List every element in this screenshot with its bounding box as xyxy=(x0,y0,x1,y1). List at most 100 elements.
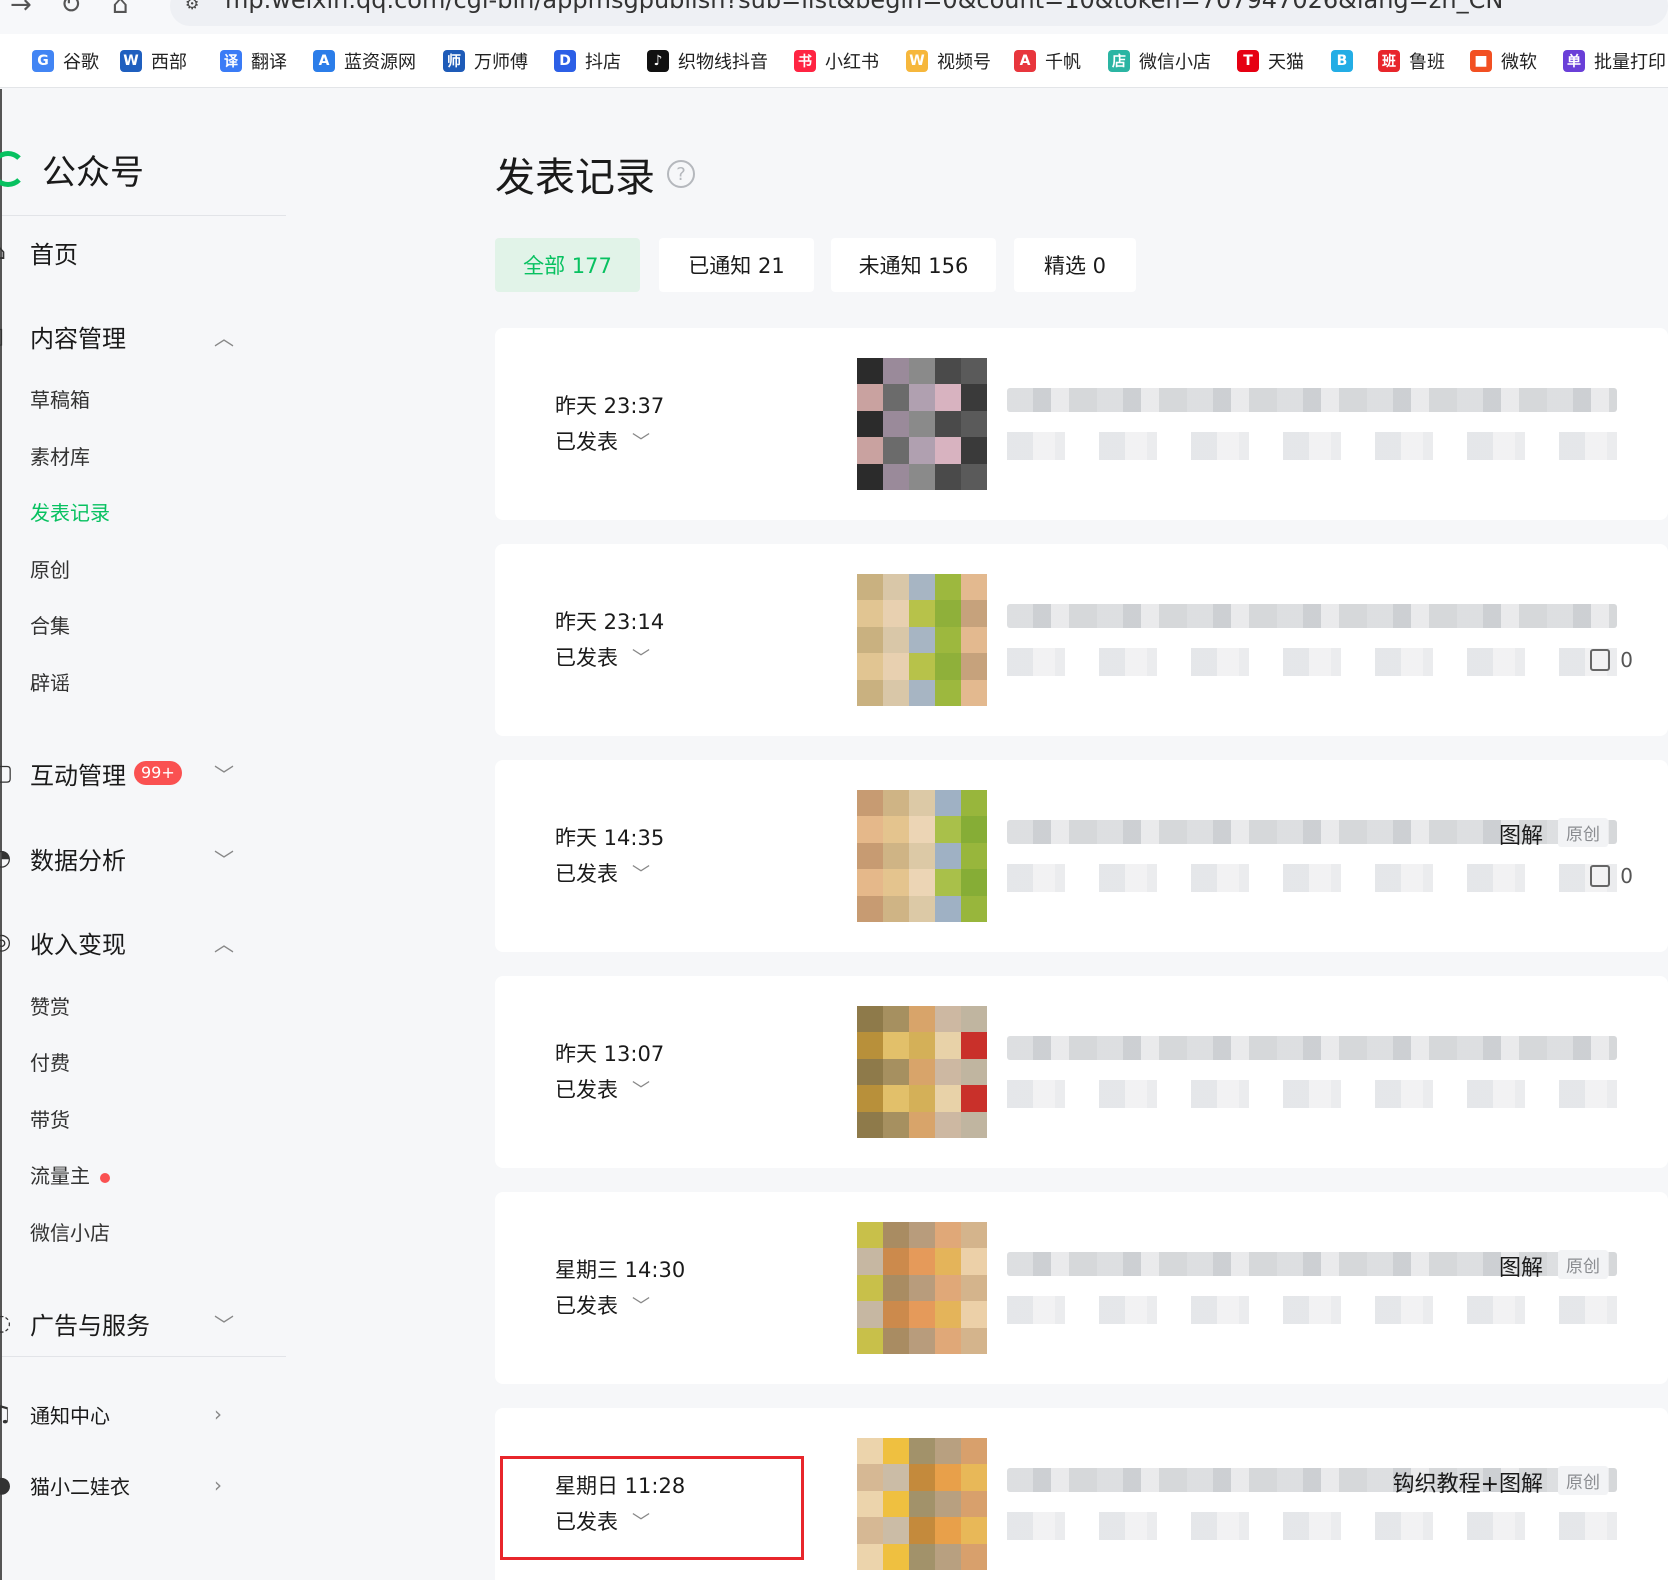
nav-interaction[interactable]: ▢ 互动管理 99+ ﹀ xyxy=(0,751,262,795)
nav-interaction-label: 互动管理 xyxy=(30,761,126,790)
nav-paid[interactable]: 付费 xyxy=(30,1048,70,1078)
article-stats-blurred xyxy=(1007,1512,1647,1540)
nav-publish-records[interactable]: 发表记录 xyxy=(30,498,110,528)
bookmark-item[interactable]: T 天猫 xyxy=(1237,44,1304,78)
reload-icon[interactable]: ↻ xyxy=(60,0,82,20)
nav-ads[interactable]: ◌ 广告与服务 ﹀ xyxy=(0,1301,262,1345)
publish-record[interactable]: 昨天 13:07 已发表 ﹀ xyxy=(495,976,1668,1168)
publish-time: 昨天 13:07 xyxy=(555,1042,665,1066)
url-text[interactable]: mp.weixin.qq.com/cgi-bin/appmsgpublish?s… xyxy=(225,0,1503,14)
article-thumbnail[interactable] xyxy=(857,1222,987,1354)
status-label: 已发表 xyxy=(555,862,618,886)
article-title-blurred[interactable] xyxy=(1007,388,1617,412)
bookmark-icon: 班 xyxy=(1378,50,1400,72)
bookmark-item[interactable]: A 千帆 xyxy=(1014,44,1081,78)
article-title-blurred[interactable] xyxy=(1007,604,1617,628)
article-stats-blurred xyxy=(1007,864,1647,892)
article-title-tail: 图解 xyxy=(1498,1256,1543,1281)
article-title-blurred[interactable] xyxy=(1007,1036,1617,1060)
status-label: 已发表 xyxy=(555,646,618,670)
share-count[interactable]: 0 xyxy=(1590,864,1633,888)
nav-traffic-owner[interactable]: 流量主 xyxy=(30,1161,110,1191)
article-thumbnail[interactable] xyxy=(857,574,987,706)
bookmark-item[interactable]: A 蓝资源网 xyxy=(313,44,416,78)
bookmark-item[interactable]: W 视频号 xyxy=(906,44,991,78)
bookmark-item[interactable]: 书小红书 xyxy=(794,44,879,78)
bookmark-label: 天猫 xyxy=(1268,52,1304,73)
bookmark-icon: 店 xyxy=(1108,50,1130,72)
bookmark-label: 蓝资源网 xyxy=(344,52,416,73)
bookmark-item[interactable]: 译翻译 xyxy=(220,44,287,78)
nav-materials[interactable]: 素材库 xyxy=(30,442,90,472)
article-thumbnail[interactable] xyxy=(857,1438,987,1570)
red-dot-indicator xyxy=(100,1172,110,1183)
article-stats-blurred xyxy=(1007,1296,1647,1324)
bookmark-item[interactable]: W 西部 xyxy=(120,44,187,78)
nav-analytics[interactable]: ◔ 数据分析 ﹀ xyxy=(0,836,262,880)
publish-time: 星期三 14:30 xyxy=(555,1258,686,1282)
article-thumbnail[interactable] xyxy=(857,790,987,922)
chevron-down-icon: ﹀ xyxy=(632,1080,650,1101)
status-dropdown[interactable]: 已发表 ﹀ xyxy=(555,1074,650,1104)
nav-traffic-owner-label: 流量主 xyxy=(30,1164,90,1188)
article-thumbnail[interactable] xyxy=(857,358,987,490)
bookmark-label: 微软 xyxy=(1501,52,1537,73)
tab-notified[interactable]: 已通知 21 xyxy=(659,238,814,292)
article-thumbnail[interactable] xyxy=(857,1006,987,1138)
chevron-right-icon: › xyxy=(214,1402,222,1426)
nav-drafts[interactable]: 草稿箱 xyxy=(30,385,90,415)
original-tag: 原创 xyxy=(1558,1250,1608,1279)
bookmark-item[interactable]: D 抖店 xyxy=(554,44,621,78)
help-icon[interactable]: ? xyxy=(667,160,695,188)
publish-record[interactable]: 昨天 14:35 已发表 ﹀ 图解 原创 0 xyxy=(495,760,1668,952)
bookmark-item[interactable]: ♪ 织物线抖音 xyxy=(647,44,768,78)
bookmark-icon: T xyxy=(1237,50,1259,72)
nav-sales[interactable]: 带货 xyxy=(30,1105,70,1135)
avatar: ● xyxy=(0,1472,12,1498)
bookmark-item[interactable]: B xyxy=(1331,44,1362,78)
status-dropdown[interactable]: 已发表 ﹀ xyxy=(555,858,650,888)
publish-record[interactable]: 昨天 23:14 已发表 ﹀ 0 xyxy=(495,544,1668,736)
divider xyxy=(2,1356,286,1357)
divider xyxy=(2,215,286,216)
article-title-tail: 钩织教程+图解 xyxy=(1392,1472,1543,1497)
bookmark-item[interactable]: 店微信小店 xyxy=(1108,44,1211,78)
bookmark-item[interactable]: 单批量打印 xyxy=(1563,44,1666,78)
tab-unnotified[interactable]: 未通知 156 xyxy=(831,238,996,292)
status-dropdown[interactable]: 已发表 ﹀ xyxy=(555,642,650,672)
publish-record[interactable]: 昨天 23:37 已发表 ﹀ xyxy=(495,328,1668,520)
nav-original[interactable]: 原创 xyxy=(30,555,70,585)
bookmark-item[interactable]: 师万师傅 xyxy=(443,44,528,78)
nav-monetize[interactable]: ◎ 收入变现 ︿ xyxy=(0,920,262,964)
bookmark-item[interactable]: 班鲁班 xyxy=(1378,44,1445,78)
bookmark-label: 抖店 xyxy=(585,52,621,73)
chevron-down-icon: ﹀ xyxy=(214,1312,234,1337)
account-menu[interactable]: ● 猫小二娃衣 › xyxy=(0,1463,262,1507)
brand[interactable]: 公众号 xyxy=(0,139,144,199)
tab-featured[interactable]: 精选 0 xyxy=(1014,238,1136,292)
share-count[interactable]: 0 xyxy=(1590,648,1633,672)
nav-rumor[interactable]: 辟谣 xyxy=(30,668,70,698)
tab-all[interactable]: 全部 177 xyxy=(495,238,640,292)
bookmark-icon: A xyxy=(1014,50,1036,72)
bookmark-item[interactable]: G 谷歌 xyxy=(32,44,99,78)
nav-content-mgmt[interactable]: ▯ 内容管理 ︿ xyxy=(0,314,262,358)
nav-collections[interactable]: 合集 xyxy=(30,611,70,641)
nav-notify[interactable]: ♫ 通知中心 › xyxy=(0,1392,262,1436)
page-title: 发表记录 ? xyxy=(495,145,695,203)
publish-time: 昨天 23:14 xyxy=(555,610,665,634)
wechat-mp-logo-icon xyxy=(0,151,26,187)
nav-home[interactable]: ⌂ 首页 xyxy=(0,230,262,274)
status-dropdown[interactable]: 已发表 ﹀ xyxy=(555,426,650,456)
original-tag: 原创 xyxy=(1558,818,1608,847)
status-dropdown[interactable]: 已发表 ﹀ xyxy=(555,1290,650,1320)
publish-record[interactable]: 星期三 14:30 已发表 ﹀ 图解 原创 xyxy=(495,1192,1668,1384)
forward-icon[interactable]: → xyxy=(10,0,32,20)
chevron-down-icon: ﹀ xyxy=(632,864,650,885)
nav-wechat-shop[interactable]: 微信小店 xyxy=(30,1218,110,1248)
nav-reward[interactable]: 赞赏 xyxy=(30,992,70,1022)
bookmark-item[interactable]: ■ 微软 xyxy=(1470,44,1537,78)
home-icon[interactable]: ⌂ xyxy=(112,0,129,20)
site-settings-icon[interactable]: ⚙ xyxy=(185,0,199,13)
share-icon xyxy=(1590,865,1611,887)
